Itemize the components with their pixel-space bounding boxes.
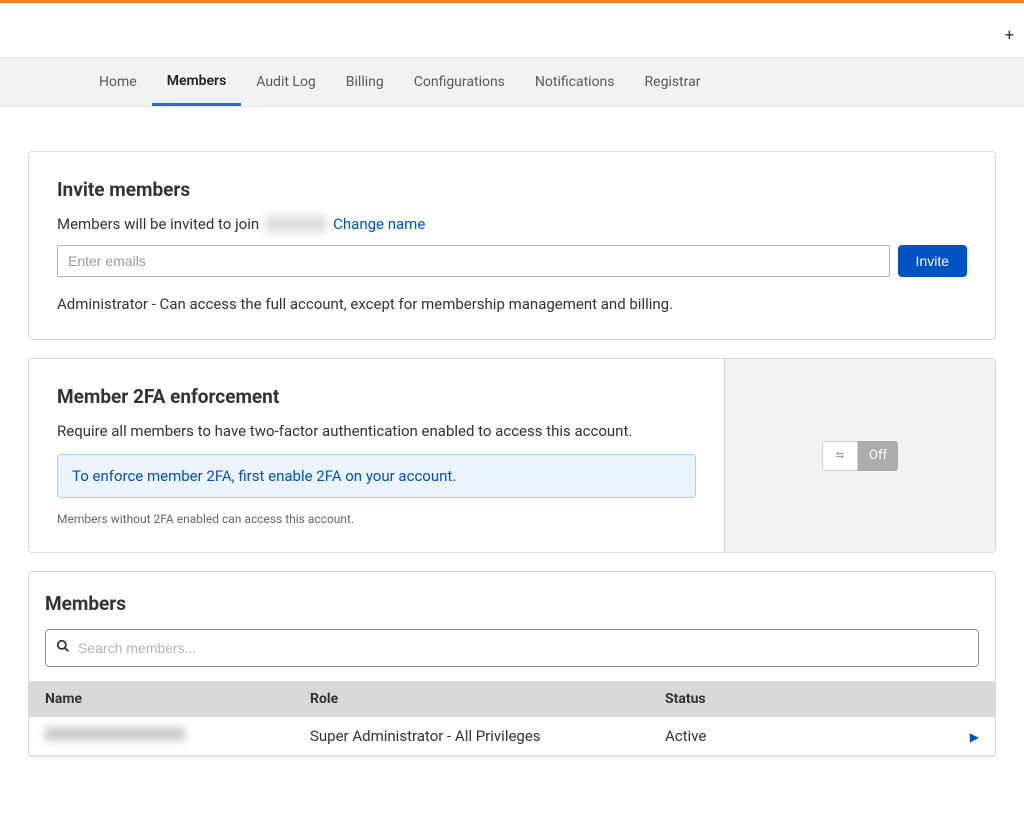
account-name-blurred [265,216,327,232]
tab-members[interactable]: Members [152,58,242,106]
nav-tabs: Home Members Audit Log Billing Configura… [0,57,1024,107]
col-header-status: Status [665,691,949,707]
twofa-title: Member 2FA enforcement [57,385,696,408]
invite-title: Invite members [57,178,967,201]
col-header-role: Role [310,691,665,707]
invite-card: Invite members Members will be invited t… [28,151,996,340]
invite-text: Members will be invited to join Change n… [57,215,967,233]
content: Invite members Members will be invited t… [0,107,1024,795]
search-box[interactable] [45,629,979,667]
tab-registrar[interactable]: Registrar [630,58,716,106]
role-description: Administrator - Can access the full acco… [57,295,967,313]
tab-audit-log[interactable]: Audit Log [241,58,331,106]
twofa-toggle[interactable]: ⇆ Off [822,441,898,471]
your-account-link[interactable]: your account [366,467,453,485]
header-area: + [0,3,1024,57]
member-status: Active [665,727,949,745]
members-card: Members Name Role Status Super Administr… [28,571,996,757]
table-header: Name Role Status [29,681,995,717]
toggle-handle-icon: ⇆ [822,441,858,471]
table-row[interactable]: Super Administrator - All Privileges Act… [29,717,995,756]
tab-configurations[interactable]: Configurations [399,58,520,106]
member-email-blurred [45,727,185,741]
col-header-name: Name [45,691,310,707]
chevron-right-icon[interactable]: ▶ [970,730,979,744]
invite-email-input[interactable] [57,245,890,277]
tab-billing[interactable]: Billing [331,58,399,106]
add-icon[interactable]: + [1005,25,1014,44]
tab-home[interactable]: Home [84,58,152,106]
twofa-small-note: Members without 2FA enabled can access t… [57,512,696,526]
twofa-info-suffix: . [452,467,456,485]
change-name-link[interactable]: Change name [333,215,425,233]
toggle-off-label: Off [858,441,898,471]
twofa-card: Member 2FA enforcement Require all membe… [28,358,996,553]
member-role: Super Administrator - All Privileges [310,727,665,745]
tab-notifications[interactable]: Notifications [520,58,630,106]
members-title: Members [29,572,995,629]
search-icon [56,639,70,657]
twofa-info-prefix: To enforce member 2FA, first enable 2FA … [72,467,366,485]
twofa-toggle-panel: ⇆ Off [725,359,995,552]
search-input[interactable] [78,640,968,656]
twofa-desc: Require all members to have two-factor a… [57,422,696,440]
twofa-info-box: To enforce member 2FA, first enable 2FA … [57,454,696,498]
invite-button[interactable]: Invite [898,245,967,277]
invite-text-prefix: Members will be invited to join [57,215,259,233]
